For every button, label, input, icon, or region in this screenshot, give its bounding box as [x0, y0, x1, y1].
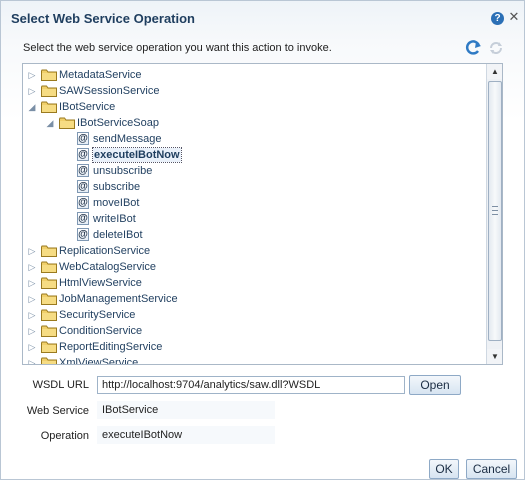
operation-icon: @ [77, 148, 89, 161]
folder-icon [41, 69, 57, 81]
refresh-icon[interactable] [465, 39, 483, 57]
web-service-value: IBotService [97, 401, 275, 419]
expand-triangle-icon[interactable]: ▷ [27, 358, 37, 364]
expand-triangle-icon[interactable]: ▷ [27, 86, 37, 96]
web-service-label: Web Service [26, 405, 89, 417]
tree-node-securityservice[interactable]: ▷ SecurityService [23, 307, 483, 323]
operation-node-sendmessage[interactable]: @ sendMessage [23, 131, 483, 147]
expand-triangle-icon[interactable]: ▷ [27, 342, 37, 352]
operation-icon: @ [77, 180, 89, 193]
tree-node-conditionservice[interactable]: ▷ ConditionService [23, 323, 483, 339]
expand-triangle-icon[interactable]: ▷ [27, 70, 37, 80]
wsdl-url-label: WSDL URL [32, 379, 89, 391]
operation-label: sendMessage [93, 133, 162, 145]
folder-icon [41, 101, 57, 113]
operation-icon: @ [77, 212, 89, 225]
tree-node-label: HtmlViewService [59, 277, 142, 289]
expand-triangle-icon[interactable]: ▷ [27, 246, 37, 256]
tree-node-label: IBotServiceSoap [77, 117, 159, 129]
wsdl-url-input[interactable] [97, 376, 405, 394]
tree-node-reporteditingservice[interactable]: ▷ ReportEditingService [23, 339, 483, 355]
folder-icon [41, 309, 57, 321]
operation-label: unsubscribe [93, 165, 153, 177]
operation-label: moveIBot [93, 197, 140, 209]
folder-icon [41, 341, 57, 353]
tree-node-label: WebCatalogService [59, 261, 157, 273]
tree-node-label: IBotService [59, 101, 116, 113]
tree-node-label: SAWSessionService [59, 85, 160, 97]
selected-operation-label: executeIBotNow [92, 147, 182, 163]
close-icon[interactable]: ✕ [508, 10, 520, 24]
tree-node-label: MetadataService [59, 69, 142, 81]
collapse-triangle-icon[interactable]: ◢ [27, 102, 37, 112]
tree-node-replicationservice[interactable]: ▷ ReplicationService [23, 243, 483, 259]
tree-node-ibotservice[interactable]: ◢ IBotService [23, 99, 483, 115]
tree-node-sawsessionservice[interactable]: ▷ SAWSessionService [23, 83, 483, 99]
tree-viewport: ▷ MetadataService ▷ SAWSessionService ◢ IBotS… [23, 64, 486, 364]
tree-node-xmlviewservice[interactable]: ▷ XmlViewService [23, 355, 483, 364]
expand-triangle-icon[interactable]: ▷ [27, 262, 37, 272]
expand-triangle-icon[interactable]: ▷ [27, 326, 37, 336]
folder-icon [41, 325, 57, 337]
help-icon[interactable]: ? [491, 12, 504, 25]
vertical-scrollbar[interactable]: ▲ ▼ [486, 64, 502, 364]
folder-icon [41, 85, 57, 97]
operation-icon: @ [77, 228, 89, 241]
operation-node-executeibotnow[interactable]: @ executeIBotNow [23, 147, 483, 163]
tree-node-htmlviewservice[interactable]: ▷ HtmlViewService [23, 275, 483, 291]
folder-icon [41, 277, 57, 289]
refresh-disabled-icon [490, 42, 502, 54]
cancel-button[interactable]: Cancel [466, 459, 517, 479]
tree-node-label: ReportEditingService [59, 341, 163, 353]
operation-node-unsubscribe[interactable]: @ unsubscribe [23, 163, 483, 179]
ok-button[interactable]: OK [429, 459, 459, 479]
scroll-up-button[interactable]: ▲ [487, 64, 502, 79]
operation-icon: @ [77, 196, 89, 209]
operation-label: writeIBot [93, 213, 136, 225]
operation-node-subscribe[interactable]: @ subscribe [23, 179, 483, 195]
operation-value: executeIBotNow [97, 426, 275, 444]
folder-icon [41, 357, 57, 364]
service-tree: ▷ MetadataService ▷ SAWSessionService ◢ IBotS… [22, 63, 503, 365]
operation-label: subscribe [93, 181, 141, 193]
tree-node-label: JobManagementService [59, 293, 178, 305]
select-web-service-operation-dialog: Select Web Service Operation ? ✕ Select … [0, 0, 525, 480]
instruction-text: Select the web service operation you wan… [23, 42, 332, 54]
tree-node-webcatalogservice[interactable]: ▷ WebCatalogService [23, 259, 483, 275]
tree-node-jobmanagementservice[interactable]: ▷ JobManagementService [23, 291, 483, 307]
folder-icon [41, 261, 57, 273]
expand-triangle-icon[interactable]: ▷ [27, 310, 37, 320]
scrollbar-thumb[interactable] [488, 81, 502, 341]
tree-node-label: ConditionService [59, 325, 143, 337]
expand-triangle-icon[interactable]: ▷ [27, 278, 37, 288]
tree-node-ibotservicesoap[interactable]: ◢ IBotServiceSoap [23, 115, 483, 131]
thumb-grip-icon [492, 206, 498, 215]
folder-icon [41, 293, 57, 305]
operation-icon: @ [77, 132, 89, 145]
scroll-down-button[interactable]: ▼ [487, 349, 502, 364]
folder-icon [59, 117, 75, 129]
tree-node-label: SecurityService [59, 309, 136, 321]
operation-node-deleteibot[interactable]: @ deleteIBot [23, 227, 483, 243]
folder-icon [41, 245, 57, 257]
tree-node-metadataservice[interactable]: ▷ MetadataService [23, 67, 483, 83]
tree-node-label: ReplicationService [59, 245, 151, 257]
dialog-title: Select Web Service Operation [11, 11, 195, 26]
open-button[interactable]: Open [409, 375, 461, 395]
operation-icon: @ [77, 164, 89, 177]
operation-node-moveibot[interactable]: @ moveIBot [23, 195, 483, 211]
tree-node-label: XmlViewService [59, 357, 139, 364]
operation-label: deleteIBot [93, 229, 143, 241]
operation-node-writeibot[interactable]: @ writeIBot [23, 211, 483, 227]
collapse-triangle-icon[interactable]: ◢ [45, 118, 55, 128]
expand-triangle-icon[interactable]: ▷ [27, 294, 37, 304]
operation-label: Operation [40, 430, 89, 442]
